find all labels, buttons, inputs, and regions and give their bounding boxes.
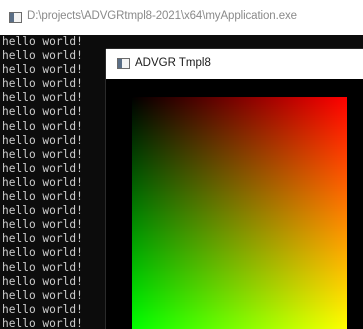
render-window[interactable]: ADVGR Tmpl8 — [106, 49, 363, 329]
render-window-title-bar[interactable]: ADVGR Tmpl8 — [106, 49, 363, 79]
console-window-title: D:\projects\ADVGRtmpl8-2021\x64\myApplic… — [27, 10, 297, 22]
app-window-icon — [117, 58, 130, 69]
console-title-bar[interactable]: D:\projects\ADVGRtmpl8-2021\x64\myApplic… — [0, 0, 363, 35]
render-window-title: ADVGR Tmpl8 — [135, 57, 211, 69]
console-output-line: hello world! — [2, 35, 83, 48]
color-gradient-canvas — [132, 97, 347, 329]
console-app-icon — [9, 12, 22, 23]
render-client-area[interactable] — [106, 79, 363, 329]
